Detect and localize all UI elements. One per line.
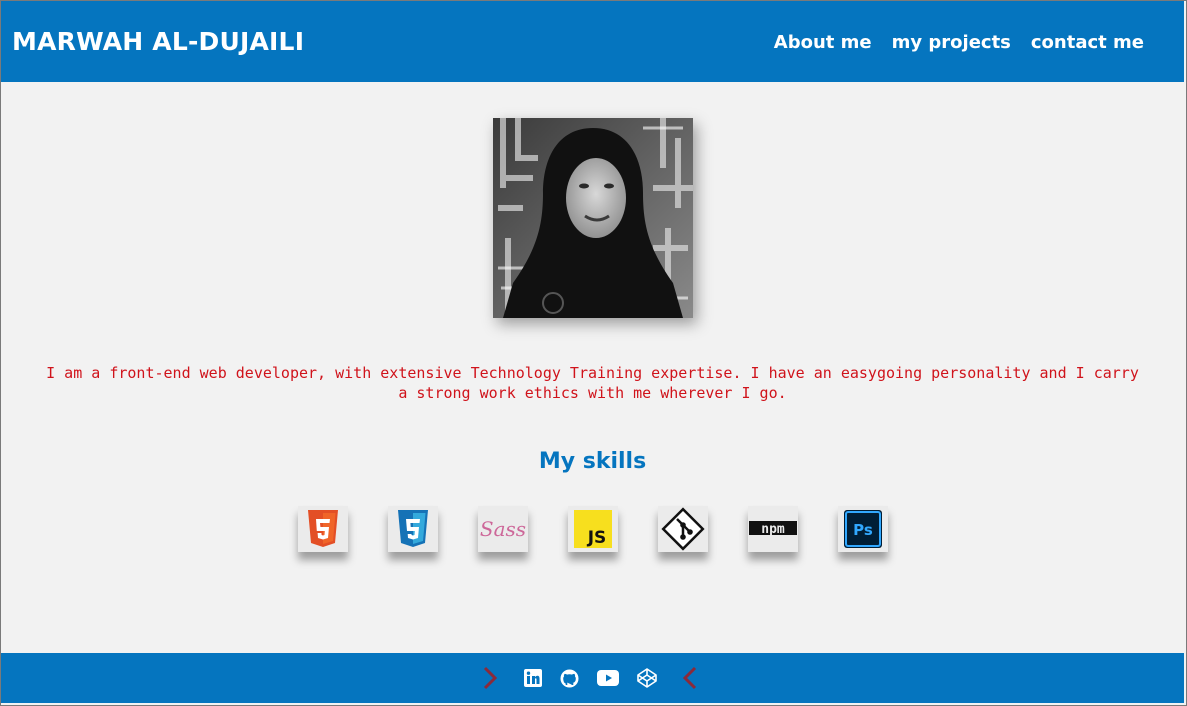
html5-icon — [308, 510, 338, 547]
svg-text:npm: npm — [761, 522, 785, 537]
nav-about-me[interactable]: About me — [774, 31, 872, 55]
github-icon[interactable] — [559, 665, 579, 691]
git-icon — [661, 507, 705, 551]
skill-html5 — [298, 506, 348, 552]
site-brand[interactable]: MARWAH AL-DUJAILI — [12, 26, 304, 58]
skills-list: Sass JS npm Ps — [298, 506, 888, 552]
nav-contact-me[interactable]: contact me — [1031, 31, 1144, 55]
site-header: MARWAH AL-DUJAILI About me my projects c… — [1, 1, 1184, 82]
javascript-icon: JS — [574, 510, 612, 548]
chevron-left-icon[interactable] — [683, 665, 697, 691]
css3-icon — [398, 510, 428, 547]
main-nav: About me my projects contact me — [774, 31, 1144, 55]
skill-git — [658, 506, 708, 552]
svg-text:JS: JS — [587, 528, 607, 548]
photoshop-icon: Ps — [844, 510, 882, 548]
nav-my-projects[interactable]: my projects — [892, 31, 1011, 55]
site-footer — [1, 653, 1184, 703]
bio-text: I am a front-end web developer, with ext… — [46, 364, 1139, 402]
chevron-right-icon[interactable] — [479, 665, 501, 691]
linkedin-icon[interactable] — [523, 665, 543, 691]
footer-social-links — [479, 665, 697, 691]
main-content: I am a front-end web developer, with ext… — [1, 82, 1184, 653]
youtube-icon[interactable] — [597, 665, 619, 691]
skill-javascript: JS — [568, 506, 618, 552]
skills-heading: My skills — [538, 449, 647, 474]
svg-text:Sass: Sass — [480, 517, 526, 541]
profile-photo — [493, 118, 693, 318]
sass-icon: Sass — [480, 517, 526, 541]
codepen-icon[interactable] — [637, 665, 657, 691]
skill-css3 — [388, 506, 438, 552]
npm-icon: npm — [749, 521, 797, 537]
skill-sass: Sass — [478, 506, 528, 552]
svg-text:Ps: Ps — [853, 521, 873, 539]
skill-npm: npm — [748, 506, 798, 552]
skill-photoshop: Ps — [838, 506, 888, 552]
